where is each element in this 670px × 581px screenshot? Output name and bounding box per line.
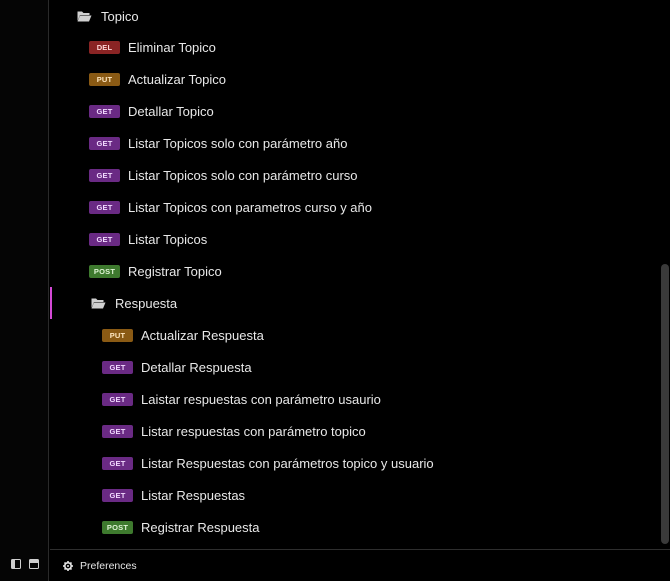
method-badge: GET: [89, 136, 120, 150]
request-item[interactable]: GET Listar Topicos solo con parámetro cu…: [89, 159, 358, 191]
vertical-scrollbar[interactable]: [661, 264, 669, 544]
request-item[interactable]: GET Detallar Respuesta: [102, 351, 252, 383]
request-label: Actualizar Topico: [128, 71, 227, 87]
collection-tree: Topico DEL Eliminar Topico PUT Actualiza…: [50, 0, 670, 548]
method-badge: GET: [102, 456, 133, 470]
preferences-label: Preferences: [80, 559, 137, 572]
panel-layout-icon[interactable]: [29, 559, 39, 569]
method-badge: PUT: [102, 328, 133, 342]
method-badge: GET: [102, 424, 133, 438]
method-badge: DEL: [89, 40, 120, 54]
sidebar-toggle-icon[interactable]: [11, 559, 21, 569]
folder-respuesta[interactable]: Respuesta: [91, 287, 177, 319]
request-label: Registrar Respuesta: [141, 519, 260, 535]
method-badge: GET: [89, 200, 120, 214]
folder-label: Respuesta: [115, 295, 178, 311]
active-indicator: [50, 287, 52, 319]
request-item[interactable]: GET Listar Respuestas: [102, 479, 245, 511]
request-label: Detallar Topico: [128, 103, 214, 119]
request-label: Registrar Topico: [128, 263, 222, 279]
request-item[interactable]: GET Listar Topicos solo con parámetro añ…: [89, 127, 347, 159]
request-item[interactable]: PUT Actualizar Respuesta: [102, 319, 264, 351]
request-item[interactable]: DEL Eliminar Topico: [89, 31, 216, 63]
request-label: Laistar respuestas con parámetro usaurio: [141, 391, 381, 407]
request-label: Actualizar Respuesta: [141, 327, 264, 343]
request-label: Listar respuestas con parámetro topico: [141, 423, 366, 439]
method-badge: GET: [102, 360, 133, 374]
request-item[interactable]: PUT Actualizar Topico: [89, 63, 226, 95]
request-label: Listar Respuestas con parámetros topico …: [141, 455, 434, 471]
rail-icons: [11, 559, 39, 569]
method-badge: GET: [89, 104, 120, 118]
folder-open-icon: [77, 11, 92, 22]
method-badge: PUT: [89, 72, 120, 86]
request-label: Listar Topicos: [128, 231, 208, 247]
method-badge: POST: [89, 264, 120, 278]
method-badge: POST: [102, 520, 133, 534]
request-label: Detallar Respuesta: [141, 359, 252, 375]
request-label: Listar Topicos solo con parámetro curso: [128, 167, 358, 183]
left-rail: [0, 0, 49, 581]
request-label: Listar Topicos solo con parámetro año: [128, 135, 348, 151]
request-item[interactable]: GET Listar Topicos con parametros curso …: [89, 191, 372, 223]
request-label: Listar Respuestas: [141, 487, 246, 503]
folder-topico[interactable]: Topico: [77, 0, 139, 32]
request-item[interactable]: POST Registrar Topico: [89, 255, 222, 287]
request-label: Eliminar Topico: [128, 39, 216, 55]
request-item[interactable]: GET Listar Respuestas con parámetros top…: [102, 447, 434, 479]
method-badge: GET: [102, 488, 133, 502]
footer-bar: Preferences: [50, 549, 670, 581]
preferences-button[interactable]: Preferences: [63, 560, 137, 572]
folder-label: Topico: [101, 8, 139, 24]
folder-open-icon: [91, 298, 106, 309]
method-badge: GET: [89, 168, 120, 182]
request-item[interactable]: POST Registrar Respuesta: [102, 511, 260, 543]
request-label: Listar Topicos con parametros curso y añ…: [128, 199, 372, 215]
method-badge: GET: [102, 392, 133, 406]
request-item[interactable]: GET Listar respuestas con parámetro topi…: [102, 415, 366, 447]
method-badge: GET: [89, 232, 120, 246]
gear-icon: [63, 560, 73, 571]
request-item[interactable]: GET Laistar respuestas con parámetro usa…: [102, 383, 381, 415]
request-item[interactable]: GET Listar Topicos: [89, 223, 207, 255]
request-item[interactable]: GET Detallar Topico: [89, 95, 214, 127]
